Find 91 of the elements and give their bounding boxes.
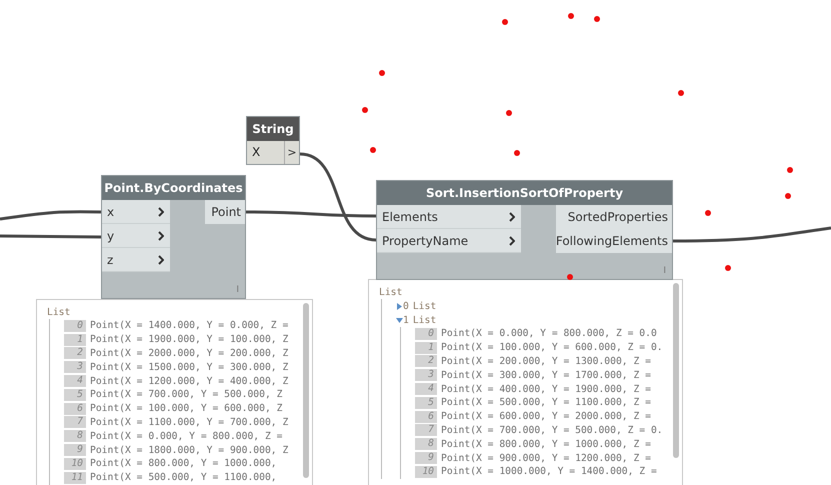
item-value: Point(X = 800.000, Y = 1000.000, Z = [441, 438, 651, 450]
point-marker [725, 265, 731, 271]
item-index: 8 [415, 438, 437, 450]
point-marker [514, 150, 520, 156]
chevron-icon [158, 230, 164, 240]
item-index: 10 [415, 466, 437, 478]
item-value: Point(X = 1400.000, Y = 0.000, Z = [90, 320, 288, 332]
item-index: 3 [64, 361, 86, 374]
point-marker [568, 13, 574, 19]
item-value: Point(X = 900.000, Y = 1200.000, Z = [441, 452, 651, 464]
item-value: Point(X = 200.000, Y = 1300.000, Z = [441, 356, 651, 367]
point-marker [678, 90, 684, 96]
item-value: Point(X = 700.000, Y = 500.000, Z [90, 389, 282, 400]
output-port[interactable]: FollowingElements [556, 229, 672, 253]
item-value: Point(X = 600.000, Y = 2000.000, Z = [441, 411, 651, 422]
item-index: 5 [64, 388, 86, 401]
point-marker [787, 167, 793, 173]
item-index: 3 [415, 369, 437, 382]
node[interactable]: Sort.InsertionSortOfProperty Elements PropertyName SortedProperties FollowingElements I [376, 180, 673, 280]
output-port[interactable]: Point [205, 200, 245, 224]
item-index: 2 [415, 355, 437, 368]
item-value: Point(X = 300.000, Y = 1700.000, Z = [441, 370, 651, 381]
item-value: Point(X = 1800.000, Y = 900.000, Z [90, 444, 288, 456]
chevron-icon [158, 254, 164, 264]
list-index: 1 [403, 314, 409, 326]
point-marker [502, 19, 508, 25]
list-label: List [379, 286, 404, 299]
item-index: 9 [64, 444, 86, 456]
node-title: Point.ByCoordinates [102, 176, 245, 200]
point-marker [594, 16, 600, 22]
item-value: Point(X = 100.000, Y = 600.000, Z = 0. [441, 342, 663, 354]
chevron-icon [509, 236, 515, 246]
item-index: 10 [64, 458, 86, 470]
output-port[interactable]: > [285, 141, 299, 164]
item-value: Point(X = 700.000, Y = 500.000, Z = 0. [441, 424, 663, 436]
point-marker [705, 210, 711, 216]
input-port[interactable]: x [102, 200, 170, 224]
output-port[interactable]: SortedProperties [556, 205, 672, 229]
item-value: Point(X = 1500.000, Y = 300.000, Z [90, 362, 288, 373]
item-index: 0 [64, 320, 86, 332]
point-marker [379, 70, 385, 76]
node-title: String [247, 117, 299, 141]
item-index: 6 [64, 402, 86, 415]
item-value: Point(X = 0.000, Y = 800.000, Z = [90, 430, 282, 442]
item-index: 7 [64, 416, 86, 428]
point-marker [362, 107, 368, 113]
point-marker [785, 193, 791, 199]
item-value: Point(X = 800.000, Y = 1000.000, [90, 458, 277, 470]
item-value: Point(X = 500.000, Y = 1100.000, Z = [441, 397, 651, 408]
collapsed-arrow-icon[interactable] [396, 302, 403, 310]
item-value: Point(X = 1900.000, Y = 100.000, Z [90, 334, 288, 346]
item-value: Point(X = 1200.000, Y = 400.000, Z [90, 376, 288, 387]
list-label: List [412, 314, 436, 326]
item-value: Point(X = 2000.000, Y = 200.000, Z [90, 348, 288, 359]
node-title: Sort.InsertionSortOfProperty [377, 181, 672, 205]
list-index: 0 [403, 300, 409, 312]
item-index: 11 [64, 472, 86, 484]
item-value: Point(X = 400.000, Y = 1900.000, Z = [441, 384, 651, 395]
input-port[interactable]: z [102, 248, 170, 272]
scrollbar[interactable] [673, 283, 679, 458]
item-index: 1 [415, 342, 437, 354]
item-index: 4 [415, 383, 437, 396]
item-value: Point(X = 1100.000, Y = 700.000, Z [90, 416, 288, 428]
chevron-icon [509, 212, 515, 222]
item-index: 1 [64, 334, 86, 346]
scrollbar[interactable] [303, 303, 309, 478]
item-index: 5 [415, 396, 437, 409]
item-value: Point(X = 500.000, Y = 1100.000, [90, 472, 277, 484]
item-index: 2 [64, 347, 86, 360]
item-value: Point(X = 1000.000, Y = 1400.000, Z = [441, 466, 657, 478]
item-index: 7 [415, 424, 437, 436]
item-index: 4 [64, 375, 86, 388]
chevron-icon [158, 206, 164, 216]
item-value: Point(X = 0.000, Y = 800.000, Z = 0.0 [441, 328, 657, 340]
item-value: Point(X = 100.000, Y = 600.000, Z [90, 403, 282, 414]
node[interactable]: String X > [246, 116, 300, 165]
input-port[interactable]: y [102, 224, 170, 248]
point-marker [370, 147, 376, 153]
point-marker [567, 274, 573, 280]
input-field[interactable]: X [247, 141, 285, 164]
input-port[interactable]: PropertyName [377, 229, 521, 253]
item-index: 9 [415, 452, 437, 464]
item-index: 0 [415, 328, 437, 340]
expanded-arrow-icon[interactable] [396, 316, 403, 324]
point-marker [506, 110, 512, 116]
item-index: 6 [415, 410, 437, 423]
list-label: List [47, 306, 72, 319]
input-port[interactable]: Elements [377, 205, 521, 229]
node[interactable]: Point.ByCoordinates x y z Point I [101, 175, 246, 299]
item-index: 8 [64, 430, 86, 442]
list-label: List [412, 300, 436, 312]
